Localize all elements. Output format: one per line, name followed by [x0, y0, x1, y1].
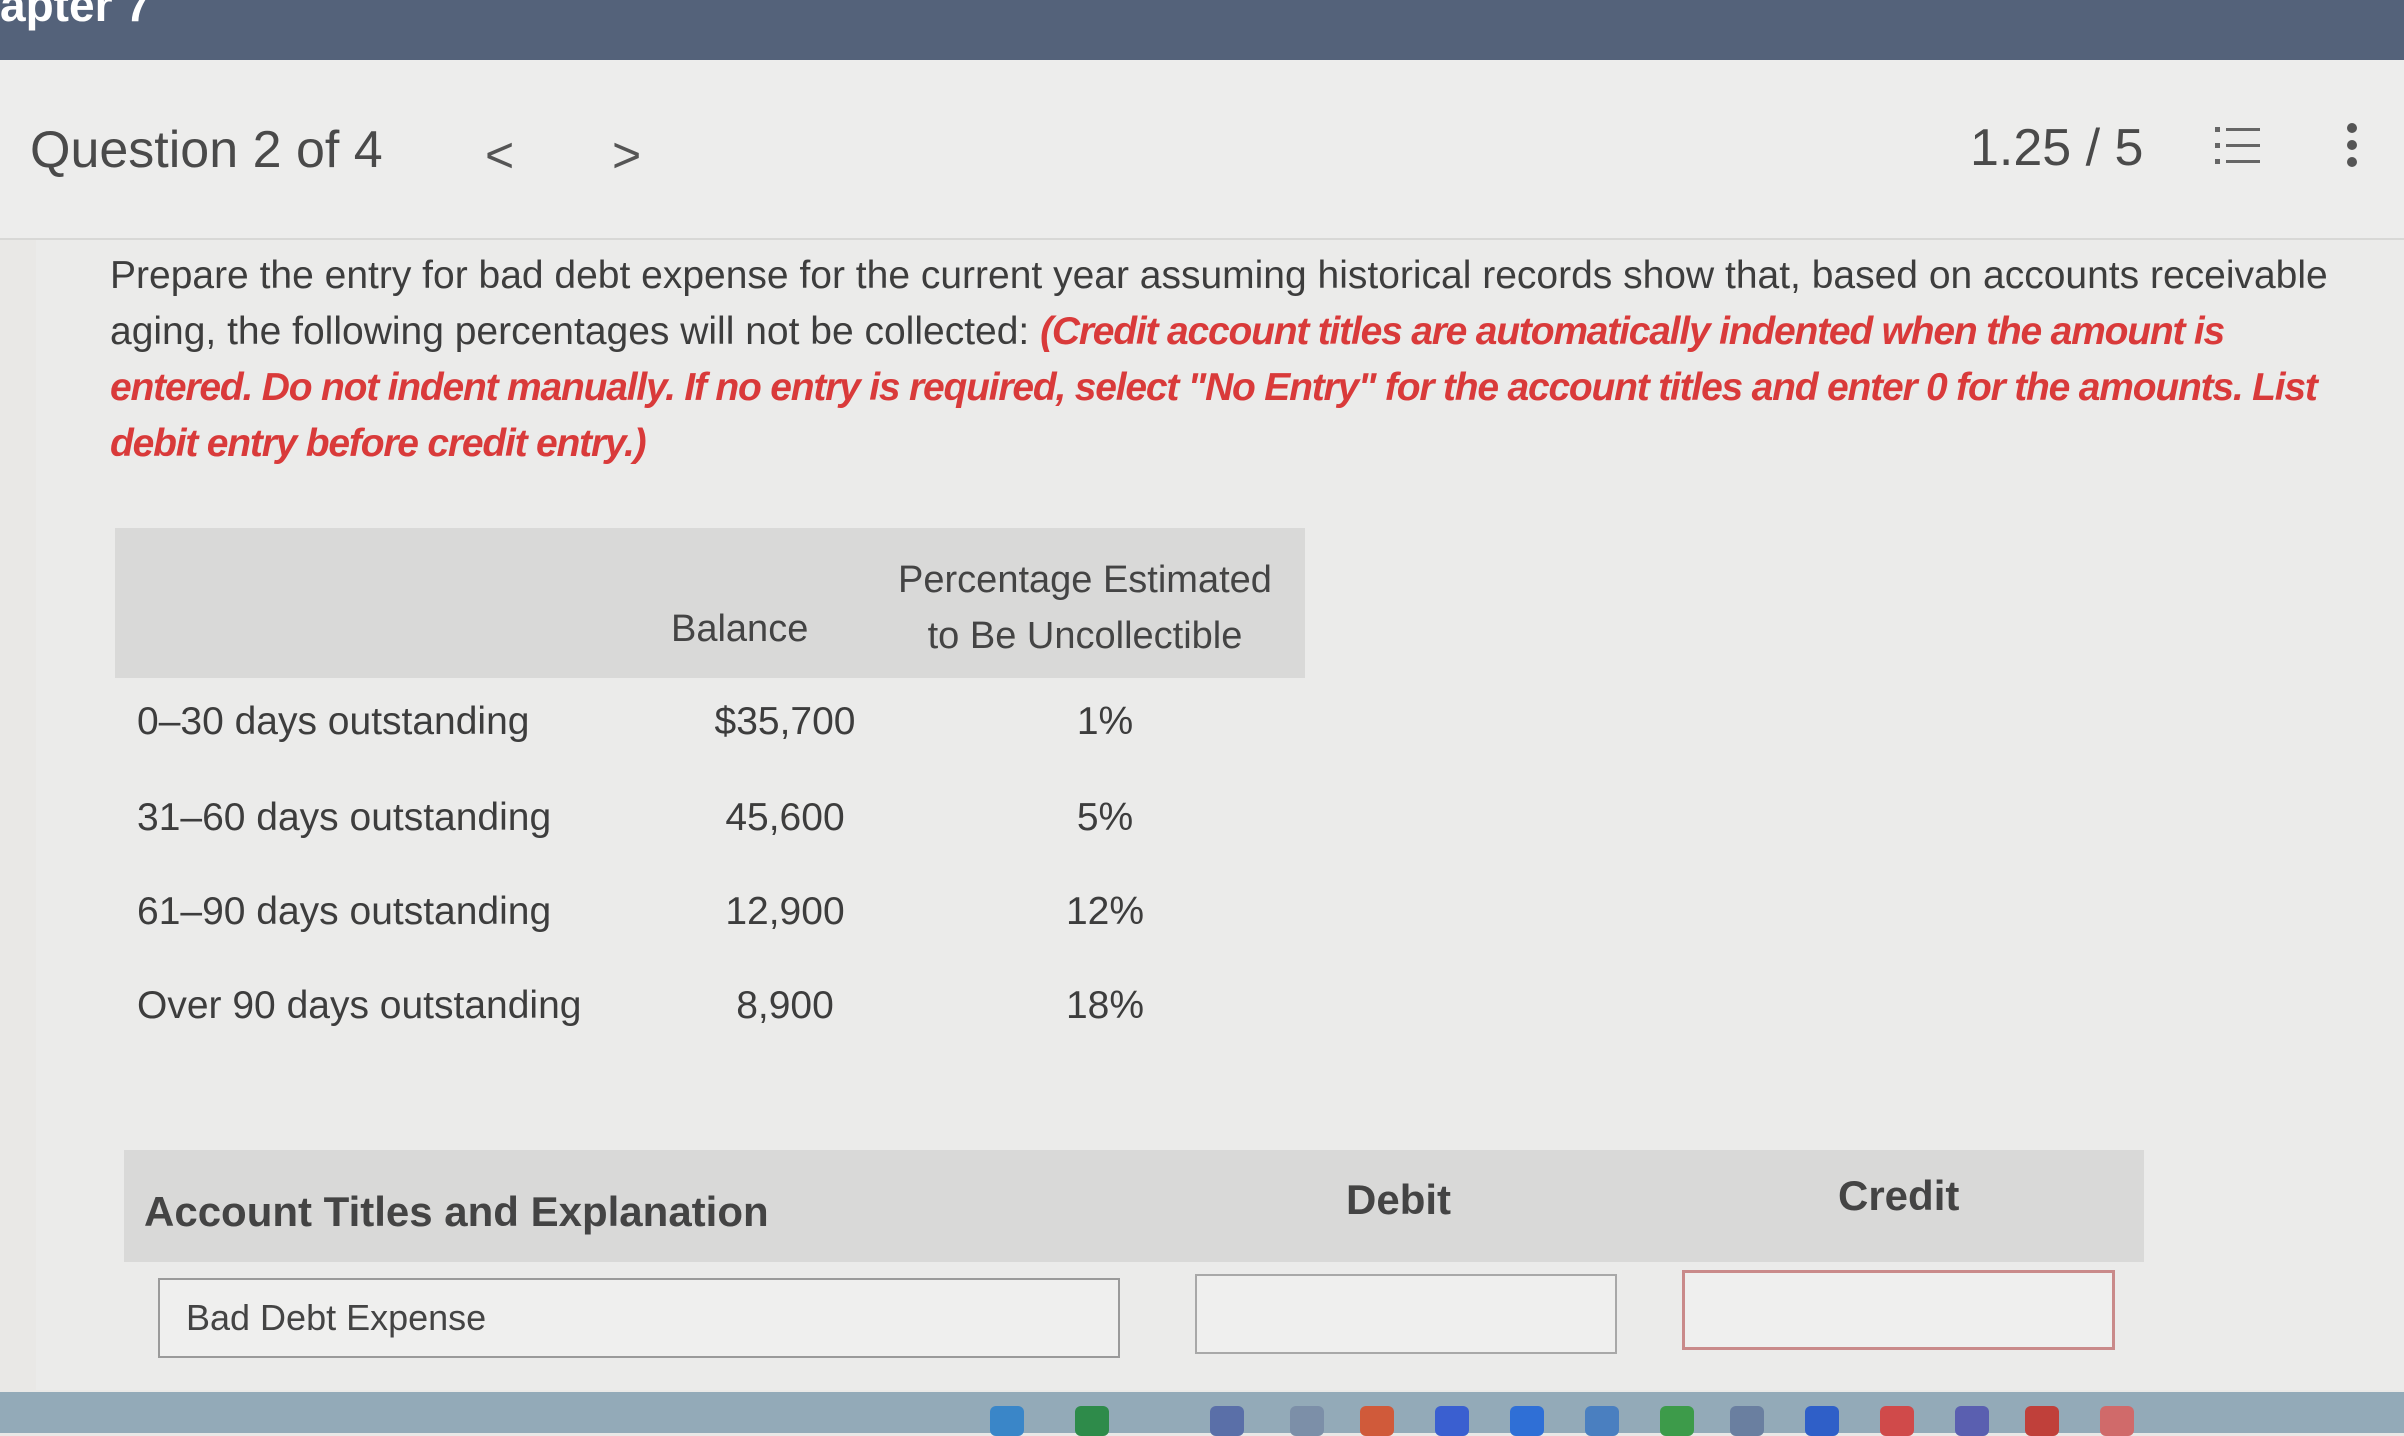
row-balance: $35,700 [714, 700, 856, 743]
row-percentage: 12% [1065, 890, 1145, 933]
account-title-input[interactable] [158, 1278, 1120, 1358]
percentage-header-line1: Percentage Estimated [898, 559, 1272, 601]
taskbar-app-icon[interactable] [990, 1406, 1024, 1436]
row-balance: 45,600 [725, 796, 845, 839]
question-title: Question 2 of 4 [30, 121, 383, 179]
taskbar-app-icon[interactable] [1435, 1406, 1469, 1436]
score-display: 1.25 / 5 [1970, 119, 2144, 177]
row-percentage: 1% [1076, 700, 1134, 743]
row-label: Over 90 days outstanding [137, 984, 582, 1027]
balance-header: Balance [671, 608, 809, 650]
row-percentage: 5% [1076, 796, 1134, 839]
row-balance: 12,900 [725, 890, 845, 933]
row-label: 0–30 days outstanding [137, 700, 530, 743]
percentage-header: Percentage Estimated to Be Uncollectible [885, 552, 1285, 664]
table-row: 0–30 days outstanding $35,700 1% [115, 678, 1305, 768]
taskbar-app-icon[interactable] [1585, 1406, 1619, 1436]
top-bar: apter 7 [0, 0, 2404, 60]
taskbar-app-icon[interactable] [1075, 1406, 1109, 1436]
taskbar-app-icon[interactable] [1955, 1406, 1989, 1436]
credit-header: Credit [1838, 1172, 1960, 1219]
taskbar [0, 1392, 2404, 1436]
taskbar-app-icon[interactable] [1290, 1406, 1324, 1436]
taskbar-app-icon[interactable] [2025, 1406, 2059, 1436]
taskbar-app-icon[interactable] [1880, 1406, 1914, 1436]
question-prompt: Prepare the entry for bad debt expense f… [110, 248, 2350, 472]
table-row: 61–90 days outstanding 12,900 12% [115, 868, 1305, 958]
taskbar-app-icon[interactable] [1805, 1406, 1839, 1436]
question-list-icon[interactable] [2212, 124, 2262, 168]
debit-header: Debit [1346, 1176, 1451, 1223]
row-label: 61–90 days outstanding [137, 890, 552, 933]
row-percentage: 18% [1065, 984, 1145, 1027]
row-label: 31–60 days outstanding [137, 796, 552, 839]
table-row: 31–60 days outstanding 45,600 5% [115, 774, 1305, 864]
percentage-header-line2: to Be Uncollectible [927, 615, 1243, 657]
previous-question-button[interactable]: < [485, 126, 514, 184]
taskbar-app-icon[interactable] [1730, 1406, 1764, 1436]
chapter-label: apter 7 [0, 0, 151, 31]
more-options-icon[interactable] [2340, 120, 2364, 170]
credit-amount-input[interactable] [1682, 1270, 2115, 1350]
question-header: Question 2 of 4 < > 1.25 / 5 [0, 60, 2404, 240]
entry-table-header: Account Titles and Explanation Debit Cre… [124, 1150, 2144, 1262]
next-question-button[interactable]: > [612, 126, 641, 184]
taskbar-app-icon[interactable] [2100, 1406, 2134, 1436]
taskbar-app-icon[interactable] [1660, 1406, 1694, 1436]
taskbar-app-icon[interactable] [1510, 1406, 1544, 1436]
row-balance: 8,900 [736, 984, 834, 1027]
aging-table-header: Balance Percentage Estimated to Be Uncol… [115, 528, 1305, 678]
taskbar-app-icon[interactable] [1210, 1406, 1244, 1436]
taskbar-app-icon[interactable] [1360, 1406, 1394, 1436]
debit-amount-input[interactable] [1195, 1274, 1617, 1354]
table-row: Over 90 days outstanding 8,900 18% [115, 962, 1305, 1052]
account-titles-header: Account Titles and Explanation [144, 1188, 769, 1235]
